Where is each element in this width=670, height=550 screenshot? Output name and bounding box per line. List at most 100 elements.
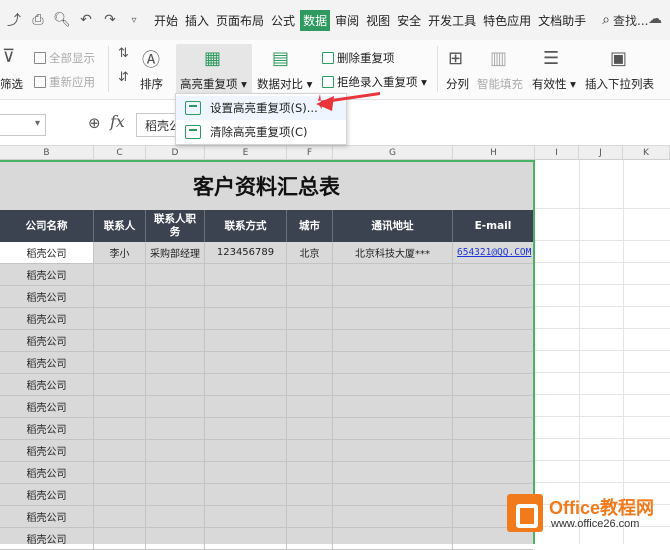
cell-empty[interactable] [146,352,205,373]
menu-item-set-highlight-duplicates[interactable]: 设置高亮重复项(S)... [176,96,346,120]
cell-empty[interactable] [287,418,333,439]
tab-review[interactable]: 审阅 [333,10,361,31]
cell-empty[interactable] [287,440,333,461]
column-header-i[interactable]: I [535,146,579,160]
menu-item-clear-highlight-duplicates[interactable]: 清除高亮重复项(C) [176,120,346,144]
search-box[interactable]: ⌕ 查找... [602,12,648,29]
column-header-c[interactable]: C [94,146,146,160]
tab-security[interactable]: 安全 [395,10,423,31]
cell-empty[interactable] [146,418,205,439]
cell-company[interactable]: 稻壳公司 [0,418,94,439]
cell-empty[interactable] [205,506,287,527]
cell-empty[interactable] [205,374,287,395]
cell-empty[interactable] [333,506,453,527]
tab-page-layout[interactable]: 页面布局 [214,10,266,31]
cell-empty[interactable] [94,330,146,351]
cell-empty[interactable] [287,286,333,307]
cell-company[interactable]: 稻壳公司 [0,352,94,373]
delete-duplicates-button[interactable]: 删除重复项 [322,50,395,66]
cell-empty[interactable] [287,506,333,527]
zoom-icon[interactable]: ⊕ [88,114,101,132]
header-phone[interactable]: 联系方式 [205,210,287,242]
show-all-button[interactable]: 全部显示 [34,50,95,66]
sort-button[interactable]: 排序 [140,76,163,92]
cell-empty[interactable] [205,418,287,439]
reapply-button[interactable]: 重新应用 [34,74,95,90]
name-box-dropdown-icon[interactable]: ▾ [35,118,40,129]
tab-insert[interactable]: 插入 [183,10,211,31]
cell-city[interactable]: 北京 [287,242,333,263]
tab-developer[interactable]: 开发工具 [426,10,478,31]
cell-empty[interactable] [453,264,533,285]
cell-empty[interactable] [333,418,453,439]
cell-empty[interactable] [453,286,533,307]
cell-empty[interactable] [287,330,333,351]
cell-empty[interactable] [333,396,453,417]
cell-empty[interactable] [333,352,453,373]
tab-view[interactable]: 视图 [364,10,392,31]
customize-dropdown-icon[interactable]: ▿ [124,10,144,30]
cell-empty[interactable] [453,308,533,329]
cell-empty[interactable] [205,528,287,549]
cloud-icon[interactable]: ☁ [648,11,662,27]
column-header-d[interactable]: D [146,146,205,160]
print-icon[interactable]: ⎙ [28,10,48,30]
cell-company[interactable]: 稻壳公司 [0,484,94,505]
cell-empty[interactable] [94,352,146,373]
cell-empty[interactable] [205,264,287,285]
column-header-h[interactable]: H [453,146,535,160]
split-column-button[interactable]: 分列 [446,76,469,92]
cell-company[interactable]: 稻壳公司 [0,264,94,285]
cell-empty[interactable] [205,440,287,461]
cell-company[interactable]: 稻壳公司 [0,506,94,527]
table-title[interactable]: 客户资料汇总表 [0,164,533,210]
cell-empty[interactable] [333,374,453,395]
cell-empty[interactable] [333,308,453,329]
insert-dropdown-list-icon[interactable]: ▣ [610,48,627,69]
cell-empty[interactable] [333,264,453,285]
smart-fill-icon[interactable]: ▥ [490,48,507,69]
cell-empty[interactable] [146,308,205,329]
sort-desc-icon[interactable]: ⇵ [118,70,129,85]
cell-empty[interactable] [146,264,205,285]
tab-data[interactable]: 数据 [300,9,331,31]
sort-asc-icon[interactable]: ⇅ [118,46,129,61]
header-contact-title[interactable]: 联系人职务 [146,210,205,242]
cell-empty[interactable] [94,264,146,285]
selected-table-range[interactable]: 客户资料汇总表 公司名称 联系人 联系人职务 联系方式 城市 通讯地址 E-ma… [0,160,535,550]
cell-empty[interactable] [94,440,146,461]
formula-input[interactable]: 稻壳公司 [136,113,180,137]
cell-contact[interactable]: 李小 [94,242,146,263]
cell-empty[interactable] [453,396,533,417]
column-header-k[interactable]: K [623,146,670,160]
cell-empty[interactable] [287,308,333,329]
cell-empty[interactable] [205,396,287,417]
tab-home[interactable]: 开始 [152,10,180,31]
cell-empty[interactable] [287,396,333,417]
cell-empty[interactable] [453,374,533,395]
cell-empty[interactable] [453,352,533,373]
validity-icon[interactable]: ☰ [543,48,559,69]
cell-empty[interactable] [94,396,146,417]
cell-company[interactable]: 稻壳公司 [0,440,94,461]
cell-address[interactable]: 北京科技大厦*** [333,242,453,263]
header-company[interactable]: 公司名称 [0,210,94,242]
cell-empty[interactable] [205,484,287,505]
cell-empty[interactable] [146,440,205,461]
cell-empty[interactable] [333,286,453,307]
cell-company[interactable]: 稻壳公司 [0,308,94,329]
split-column-icon[interactable]: ⊞ [448,48,463,69]
cell-empty[interactable] [287,352,333,373]
filter-icon[interactable]: ⊽ [2,46,15,67]
cell-empty[interactable] [146,528,205,549]
column-header-j[interactable]: J [579,146,623,160]
cell-empty[interactable] [287,264,333,285]
cell-empty[interactable] [146,506,205,527]
cell-company[interactable]: 稻壳公司 [0,242,94,263]
cell-company[interactable]: 稻壳公司 [0,286,94,307]
column-header-f[interactable]: F [287,146,333,160]
tab-formula[interactable]: 公式 [269,10,297,31]
redo-icon[interactable]: ↷ [100,10,120,30]
cell-empty[interactable] [333,330,453,351]
smart-fill-button[interactable]: 智能填充 [477,76,523,92]
